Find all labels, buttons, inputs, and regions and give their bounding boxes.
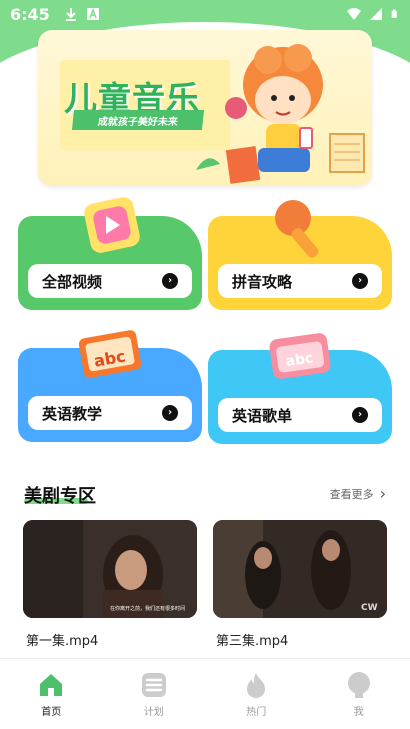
category-card-english-teaching[interactable]: abc 英语教学 › <box>18 330 202 442</box>
video-title: 第三集.mp4 <box>216 634 289 649</box>
microphone-icon <box>275 200 319 258</box>
category-card-all-videos[interactable]: 全部视频 › <box>18 197 202 310</box>
category-pill[interactable]: 全部视频 › <box>28 264 192 298</box>
video-still: 在你离开之前，我们还有很多时间 <box>23 520 197 618</box>
banner-illustration <box>196 44 365 184</box>
nav-label: 首页 <box>41 707 62 718</box>
user-icon <box>347 672 370 698</box>
abc-board-icon: abc <box>78 330 142 378</box>
signal-icon <box>370 8 382 20</box>
status-bar: 6:45 <box>0 0 410 28</box>
see-more-link[interactable]: 查看更多 › <box>330 484 386 503</box>
section-title: 美剧专区 <box>24 486 96 507</box>
video-still: CW <box>213 520 387 618</box>
nav-item-home[interactable]: 首页 <box>0 659 103 729</box>
abc-card-icon: abc <box>269 333 331 379</box>
category-label: 英语歌单 <box>232 406 293 425</box>
nav-item-plan[interactable]: 计划 <box>103 659 206 729</box>
video-subtitle: 在你离开之前，我们还有很多时间 <box>110 605 185 612</box>
category-card-english-songs[interactable]: abc 英语歌单 › <box>208 333 392 444</box>
download-icon <box>65 8 76 21</box>
category-pill[interactable]: 英语歌单 › <box>218 398 382 432</box>
category-pill[interactable]: 英语教学 › <box>28 396 192 430</box>
video-thumbnail[interactable]: 在你离开之前，我们还有很多时间 <box>23 520 197 618</box>
nav-item-hot[interactable]: 热门 <box>205 659 308 729</box>
nav-label: 计划 <box>143 707 164 718</box>
category-label: 全部视频 <box>42 272 103 291</box>
see-more-label: 查看更多 <box>329 487 374 501</box>
nav-label: 我 <box>353 707 364 718</box>
category-pill[interactable]: 拼音攻略 › <box>218 264 382 298</box>
video-title: 第一集.mp4 <box>26 634 99 649</box>
nav-label: 热门 <box>246 707 267 718</box>
bottom-navigation: 首页 计划 热门 我 <box>0 658 410 729</box>
wifi-icon <box>347 8 361 20</box>
chevron-right-icon: › <box>162 405 178 421</box>
category-card-pinyin[interactable]: 拼音攻略 › <box>208 200 392 310</box>
chevron-right-icon: › <box>162 273 178 289</box>
video-thumbnail[interactable]: CW <box>213 520 387 618</box>
plan-icon <box>141 673 166 697</box>
nav-item-me[interactable]: 我 <box>308 659 410 729</box>
app-notification-icon <box>86 7 99 20</box>
chevron-right-icon: › <box>379 484 386 503</box>
category-label: 拼音攻略 <box>232 272 293 291</box>
status-time: 6:45 <box>10 4 50 24</box>
fire-icon <box>247 673 266 698</box>
battery-icon <box>391 9 397 18</box>
channel-watermark: CW <box>361 603 378 613</box>
play-button-icon <box>84 197 140 253</box>
promo-banner[interactable]: 儿童音乐 成就孩子美好未来 <box>38 30 372 186</box>
chevron-right-icon: › <box>352 407 368 423</box>
home-icon <box>40 674 63 696</box>
category-label: 英语教学 <box>42 404 103 423</box>
banner-subtitle: 成就孩子美好未来 <box>71 110 205 130</box>
chevron-right-icon: › <box>352 273 368 289</box>
